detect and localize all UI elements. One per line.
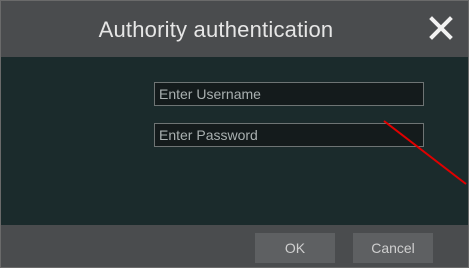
dialog-titlebar: Authority authentication — [1, 1, 468, 57]
close-icon[interactable] — [428, 15, 454, 41]
ok-button[interactable]: OK — [255, 233, 335, 263]
password-input[interactable] — [154, 123, 424, 147]
cancel-button[interactable]: Cancel — [353, 233, 433, 263]
dialog-title: Authority authentication — [98, 17, 334, 42]
dialog-footer: OK Cancel — [1, 225, 468, 267]
authentication-dialog: Authority authentication OK Cancel — [0, 0, 469, 268]
username-input[interactable] — [154, 82, 424, 106]
dialog-body — [1, 57, 468, 225]
